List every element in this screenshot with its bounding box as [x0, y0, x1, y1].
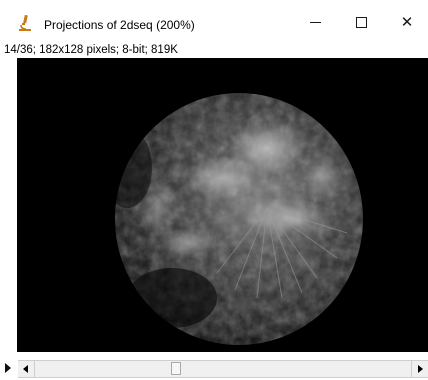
scroll-right-icon[interactable]	[411, 361, 428, 377]
microscope-icon	[18, 14, 32, 32]
play-icon[interactable]	[5, 363, 11, 373]
image-canvas[interactable]	[17, 58, 428, 352]
slice-scrollbar[interactable]	[18, 360, 428, 378]
image-info: 14/36; 182x128 pixels; 8-bit; 819K	[4, 44, 178, 56]
scroll-thumb[interactable]	[171, 362, 181, 375]
maximize-button[interactable]	[338, 4, 384, 40]
scroll-left-icon[interactable]	[18, 361, 35, 377]
window-title: Projections of 2dseq (200%)	[44, 18, 195, 32]
image-window: Projections of 2dseq (200%) ✕ 14/36; 182…	[0, 0, 428, 380]
minimize-button[interactable]	[292, 4, 338, 40]
scroll-track[interactable]	[35, 361, 411, 377]
close-icon: ✕	[400, 13, 414, 31]
maximize-icon	[355, 16, 367, 28]
title-bar[interactable]: Projections of 2dseq (200%) ✕	[0, 0, 428, 42]
slice-controls	[0, 352, 428, 380]
projection-image	[17, 58, 428, 352]
close-button[interactable]: ✕	[384, 4, 428, 40]
minimize-icon	[309, 21, 321, 23]
